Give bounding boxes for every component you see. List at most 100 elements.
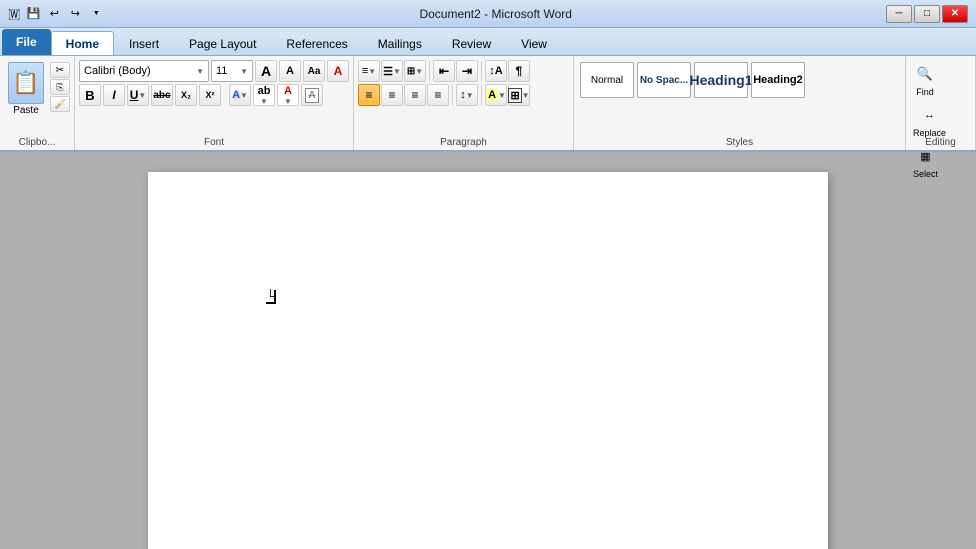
align-left-icon: ≡ — [365, 88, 372, 102]
ribbon-group-styles: Normal No Spac... Heading1 Heading2 Styl… — [574, 56, 906, 150]
font-grow-icon: A — [261, 63, 271, 79]
paragraph-row1: ≡ ▼ ☰ ▼ ⊞ ▼ ⇤ ⇥ — [358, 60, 530, 82]
underline-button[interactable]: U ▼ — [127, 84, 149, 106]
text-effect-button[interactable]: A ▼ — [229, 84, 251, 106]
bold-button[interactable]: B — [79, 84, 101, 106]
font-row1: Calibri (Body) ▼ 11 ▼ A A Aa A — [79, 60, 349, 82]
qa-dropdown-button[interactable]: ▼ — [87, 5, 105, 23]
show-hide-button[interactable]: ¶ — [508, 60, 530, 82]
ribbon: 📋 Paste ✂ ⎘ 🖌 Clipbo... Calibri (Bo — [0, 56, 976, 152]
highlight-dropdown-arrow: ▼ — [260, 97, 268, 106]
numbered-list-icon: ☰ — [383, 65, 393, 78]
bullet-list-button[interactable]: ≡ ▼ — [358, 60, 380, 82]
save-button[interactable]: 💾 — [24, 5, 42, 23]
tab-home[interactable]: Home — [51, 31, 114, 55]
paste-icon: 📋 — [8, 62, 44, 104]
find-button[interactable]: 🔍 Find — [910, 60, 940, 99]
tab-view[interactable]: View — [506, 31, 562, 55]
text-effect-icon: A — [232, 89, 240, 101]
change-case-button[interactable]: Aa — [303, 60, 325, 82]
tab-mailings[interactable]: Mailings — [363, 31, 437, 55]
style-heading2[interactable]: Heading2 — [751, 62, 805, 98]
tab-file[interactable]: File — [2, 29, 51, 55]
font-dialog-button[interactable]: A — [301, 84, 323, 106]
font-color-dropdown-arrow: ▼ — [284, 97, 292, 106]
superscript-button[interactable]: X² — [199, 84, 221, 106]
font-color-icon: A — [284, 85, 292, 97]
borders-dropdown-arrow: ▼ — [522, 91, 530, 100]
close-button[interactable]: ✕ — [942, 5, 968, 23]
para-sep4 — [481, 85, 482, 105]
copy-button[interactable]: ⎘ — [50, 79, 70, 95]
line-spacing-button[interactable]: ↕ ▼ — [456, 84, 478, 106]
maximize-button[interactable]: □ — [914, 5, 940, 23]
bullet-dropdown-arrow: ▼ — [368, 67, 376, 76]
borders-button[interactable]: ⊞ ▼ — [508, 84, 530, 106]
tab-review[interactable]: Review — [437, 31, 506, 55]
quick-access-toolbar: 💾 ↩ ↪ ▼ — [24, 5, 105, 23]
increase-indent-icon: ⇥ — [462, 64, 472, 78]
show-hide-icon: ¶ — [516, 64, 523, 78]
italic-button[interactable]: I — [103, 84, 125, 106]
text-effect-dropdown-arrow: ▼ — [240, 91, 248, 100]
superscript-icon: X² — [206, 90, 215, 100]
format-painter-icon: 🖌 — [54, 99, 65, 110]
clear-format-button[interactable]: A — [327, 60, 349, 82]
paste-button[interactable]: 📋 Paste — [4, 60, 48, 118]
bold-icon: B — [85, 88, 94, 103]
clipboard-group-label: Clipbo... — [0, 137, 74, 148]
redo-button[interactable]: ↪ — [66, 5, 84, 23]
ribbon-group-paragraph: ≡ ▼ ☰ ▼ ⊞ ▼ ⇤ ⇥ — [354, 56, 574, 150]
numbered-dropdown-arrow: ▼ — [393, 67, 401, 76]
align-center-button[interactable]: ≡ — [381, 84, 403, 106]
subscript-button[interactable]: X₂ — [175, 84, 197, 106]
paragraph-row2: ≡ ≡ ≡ ≡ ↕ ▼ A ▼ — [358, 84, 530, 106]
undo-button[interactable]: ↩ — [45, 5, 63, 23]
highlight-icon: ab — [258, 85, 271, 97]
font-family-select[interactable]: Calibri (Body) ▼ — [79, 60, 209, 82]
replace-button[interactable]: ↔ Replace — [910, 101, 949, 140]
tab-references[interactable]: References — [271, 31, 362, 55]
font-color-button[interactable]: A ▼ — [277, 84, 299, 106]
shading-icon: A — [486, 89, 498, 101]
replace-icon: ↔ — [918, 103, 942, 127]
style-heading1[interactable]: Heading1 — [694, 62, 748, 98]
document-area[interactable]: └ — [0, 152, 976, 549]
font-dialog-icon: A — [305, 88, 318, 103]
font-shrink-button[interactable]: A — [279, 60, 301, 82]
ribbon-group-editing: 🔍 Find ↔ Replace ▦ Select Editing — [906, 56, 976, 150]
style-normal[interactable]: Normal — [580, 62, 634, 98]
multilevel-list-icon: ⊞ — [407, 66, 415, 77]
align-right-button[interactable]: ≡ — [404, 84, 426, 106]
justify-button[interactable]: ≡ — [427, 84, 449, 106]
font-row2: B I U ▼ abc X₂ X² — [79, 84, 323, 106]
highlight-color-button[interactable]: ab ▼ — [253, 84, 275, 106]
title-bar-left: 🇼 💾 ↩ ↪ ▼ — [8, 5, 105, 23]
para-sep1 — [429, 61, 430, 81]
increase-indent-button[interactable]: ⇥ — [456, 60, 478, 82]
cut-button[interactable]: ✂ — [50, 62, 70, 78]
document-page[interactable]: └ — [148, 172, 828, 549]
underline-icon: U — [130, 88, 139, 102]
strikethrough-button[interactable]: abc — [151, 84, 173, 106]
multilevel-list-button[interactable]: ⊞ ▼ — [404, 60, 426, 82]
format-painter-button[interactable]: 🖌 — [50, 96, 70, 112]
decrease-indent-button[interactable]: ⇤ — [433, 60, 455, 82]
font-size-select[interactable]: 11 ▼ — [211, 60, 253, 82]
tab-pagelayout[interactable]: Page Layout — [174, 31, 271, 55]
numbered-list-button[interactable]: ☰ ▼ — [381, 60, 403, 82]
shading-button[interactable]: A ▼ — [485, 84, 507, 106]
sort-button[interactable]: ↕A — [485, 60, 507, 82]
align-left-button[interactable]: ≡ — [358, 84, 380, 106]
decrease-indent-icon: ⇤ — [439, 64, 449, 78]
minimize-button[interactable]: ─ — [886, 5, 912, 23]
borders-icon: ⊞ — [508, 88, 521, 103]
select-label: Select — [913, 169, 938, 179]
ribbon-tabs: File Home Insert Page Layout References … — [0, 28, 976, 56]
style-no-spacing[interactable]: No Spac... — [637, 62, 691, 98]
underline-dropdown-arrow: ▼ — [138, 91, 146, 100]
font-size-value: 11 — [216, 65, 227, 77]
tab-insert[interactable]: Insert — [114, 31, 174, 55]
font-grow-button[interactable]: A — [255, 60, 277, 82]
font-group-label: Font — [75, 137, 353, 148]
